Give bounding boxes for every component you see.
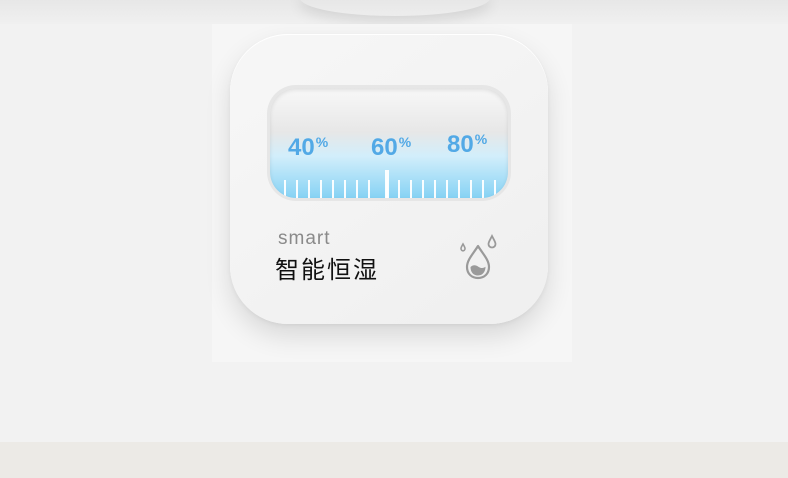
bottom-band	[0, 442, 788, 478]
top-shadow-band	[0, 0, 788, 24]
gauge-tick	[422, 180, 424, 198]
gauge-tick	[332, 180, 334, 198]
gauge-indicator	[385, 170, 389, 198]
water-drop-icon	[460, 234, 497, 280]
gauge-tick	[398, 180, 400, 198]
smart-humidity-card[interactable]: 40% 60% 80% smart 智能恒湿	[230, 34, 548, 324]
gauge-tick	[410, 180, 412, 198]
gauge-label-60: 60%	[371, 134, 412, 161]
gauge-tick	[494, 180, 496, 198]
gauge-tick	[434, 180, 436, 198]
gauge-tick	[368, 180, 370, 198]
gauge-tick	[320, 180, 322, 198]
gauge-tick	[446, 180, 448, 198]
humidity-gauge: 40% 60% 80%	[270, 88, 508, 198]
gauge-tick	[482, 180, 484, 198]
gauge-tick	[344, 180, 346, 198]
gauge-tick	[458, 180, 460, 198]
card-subtitle: smart	[278, 228, 331, 249]
gauge-label-80: 80%	[447, 131, 488, 158]
card-title: 智能恒湿	[275, 256, 379, 284]
gauge-label-40: 40%	[288, 134, 329, 161]
gauge-tick	[470, 180, 472, 198]
gauge-tick	[284, 180, 286, 198]
gauge-tick	[356, 180, 358, 198]
gauge-tick	[296, 180, 298, 198]
gauge-tick	[308, 180, 310, 198]
